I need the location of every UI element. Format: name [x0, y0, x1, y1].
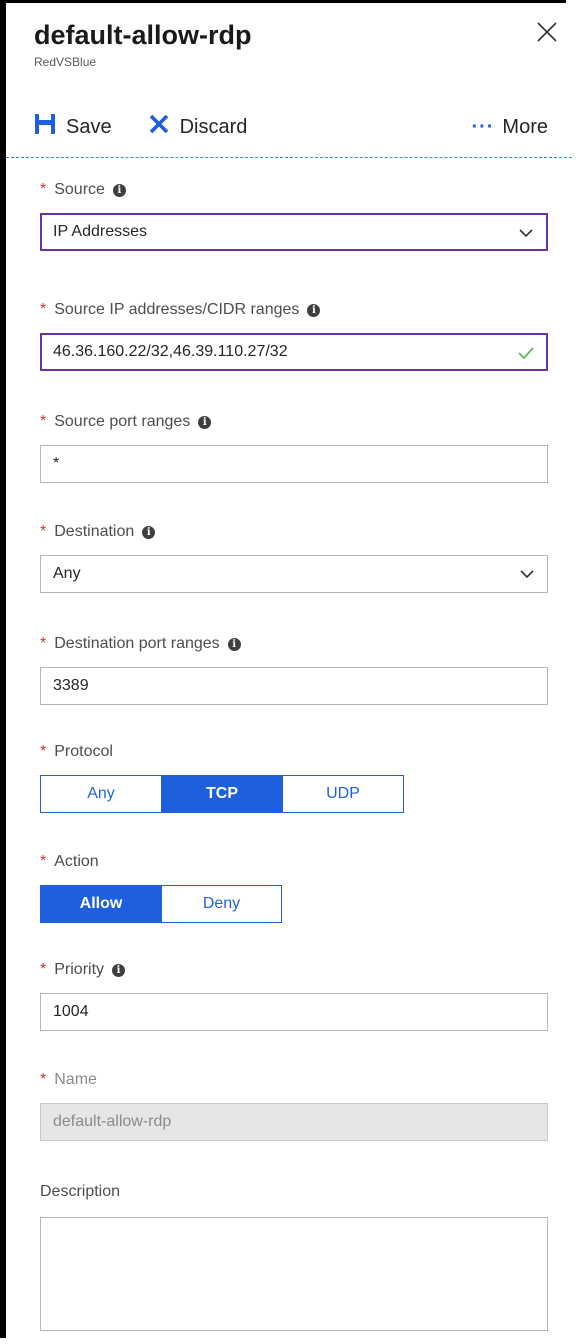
info-icon[interactable]: i	[142, 525, 156, 539]
discard-button[interactable]: Discard	[148, 113, 248, 141]
save-icon	[34, 113, 66, 141]
save-label: Save	[66, 115, 112, 138]
source-field: * Source i IP Addresses	[40, 179, 548, 251]
discard-x-icon	[148, 113, 180, 141]
info-icon[interactable]: i	[227, 637, 241, 651]
source-ips-field: * Source IP addresses/CIDR ranges i 46.3…	[40, 299, 548, 371]
save-button[interactable]: Save	[34, 113, 112, 141]
name-label: Name	[54, 1071, 97, 1088]
destination-label-row: * Destination i	[40, 521, 548, 543]
source-dropdown[interactable]: IP Addresses	[40, 213, 548, 251]
source-value: IP Addresses	[53, 223, 147, 240]
more-label: More	[502, 115, 548, 138]
action-option-allow[interactable]: Allow	[40, 885, 162, 923]
blade-header: default-allow-rdp RedVSBlue	[34, 17, 566, 69]
name-field: * Name default-allow-rdp	[40, 1069, 548, 1141]
priority-label: Priority	[54, 961, 105, 978]
source-ports-label-row: * Source port ranges i	[40, 411, 548, 433]
ellipsis-icon: ···	[471, 115, 495, 138]
destination-ports-label: Destination port ranges	[54, 635, 220, 652]
source-ips-input[interactable]: 46.36.160.22/32,46.39.110.27/32	[40, 333, 548, 371]
required-marker: *	[40, 635, 47, 652]
info-icon[interactable]: i	[198, 415, 212, 429]
protocol-label: Protocol	[54, 743, 113, 760]
page-subtitle: RedVSBlue	[34, 55, 97, 69]
destination-value: Any	[53, 565, 81, 582]
required-marker: *	[40, 181, 47, 198]
toolbar-divider	[6, 157, 572, 158]
action-option-deny[interactable]: Deny	[162, 885, 282, 923]
required-marker: *	[40, 1071, 47, 1088]
description-label: Description	[40, 1183, 121, 1200]
required-marker: *	[40, 301, 47, 318]
destination-ports-label-row: * Destination port ranges i	[40, 633, 548, 655]
description-field: Description	[40, 1181, 548, 1331]
action-label: Action	[54, 853, 99, 870]
protocol-option-any[interactable]: Any	[40, 775, 162, 813]
description-textarea[interactable]	[40, 1217, 548, 1331]
destination-field: * Destination i Any	[40, 521, 548, 593]
close-icon[interactable]	[536, 21, 558, 43]
info-icon[interactable]: i	[307, 303, 321, 317]
chevron-down-icon	[519, 567, 535, 585]
protocol-field: * Protocol Any TCP UDP	[40, 741, 548, 813]
source-ports-label: Source port ranges	[54, 413, 191, 430]
source-ips-label-row: * Source IP addresses/CIDR ranges i	[40, 299, 548, 321]
priority-label-row: * Priority i	[40, 959, 548, 981]
priority-value: 1004	[53, 1003, 89, 1020]
destination-ports-value: 3389	[53, 677, 89, 694]
source-ports-value: *	[53, 455, 60, 472]
required-marker: *	[40, 523, 47, 540]
action-toggle-group: Allow Deny	[40, 885, 548, 923]
info-icon[interactable]: i	[112, 963, 126, 977]
protocol-toggle-group: Any TCP UDP	[40, 775, 548, 813]
name-input: default-allow-rdp	[40, 1103, 548, 1141]
destination-dropdown[interactable]: Any	[40, 555, 548, 593]
source-ips-value: 46.36.160.22/32,46.39.110.27/32	[53, 343, 288, 360]
required-marker: *	[40, 853, 47, 870]
destination-label: Destination	[54, 523, 135, 540]
more-button[interactable]: ··· More	[471, 116, 548, 139]
info-icon[interactable]: i	[112, 183, 126, 197]
command-bar: Save Discard ··· More	[34, 107, 574, 147]
source-ips-label: Source IP addresses/CIDR ranges	[54, 301, 300, 318]
destination-ports-field: * Destination port ranges i 3389	[40, 633, 548, 705]
page-title: default-allow-rdp	[34, 20, 252, 50]
required-marker: *	[40, 413, 47, 430]
source-label-row: * Source i	[40, 179, 548, 201]
priority-input[interactable]: 1004	[40, 993, 548, 1031]
nsg-rule-blade: default-allow-rdp RedVSBlue Save Discard…	[0, 0, 572, 1338]
action-field: * Action Allow Deny	[40, 851, 548, 923]
source-label: Source	[54, 181, 105, 198]
name-label-row: * Name	[40, 1069, 548, 1091]
protocol-label-row: * Protocol	[40, 741, 548, 763]
chevron-down-icon	[518, 226, 534, 244]
required-marker: *	[40, 743, 47, 760]
discard-label: Discard	[179, 115, 248, 138]
priority-field: * Priority i 1004	[40, 959, 548, 1031]
action-label-row: * Action	[40, 851, 548, 873]
source-ports-field: * Source port ranges i *	[40, 411, 548, 483]
destination-ports-input[interactable]: 3389	[40, 667, 548, 705]
required-marker: *	[40, 961, 47, 978]
name-value: default-allow-rdp	[53, 1113, 172, 1130]
source-ports-input[interactable]: *	[40, 445, 548, 483]
checkmark-icon	[518, 346, 534, 365]
protocol-option-tcp[interactable]: TCP	[162, 775, 283, 813]
protocol-option-udp[interactable]: UDP	[283, 775, 404, 813]
